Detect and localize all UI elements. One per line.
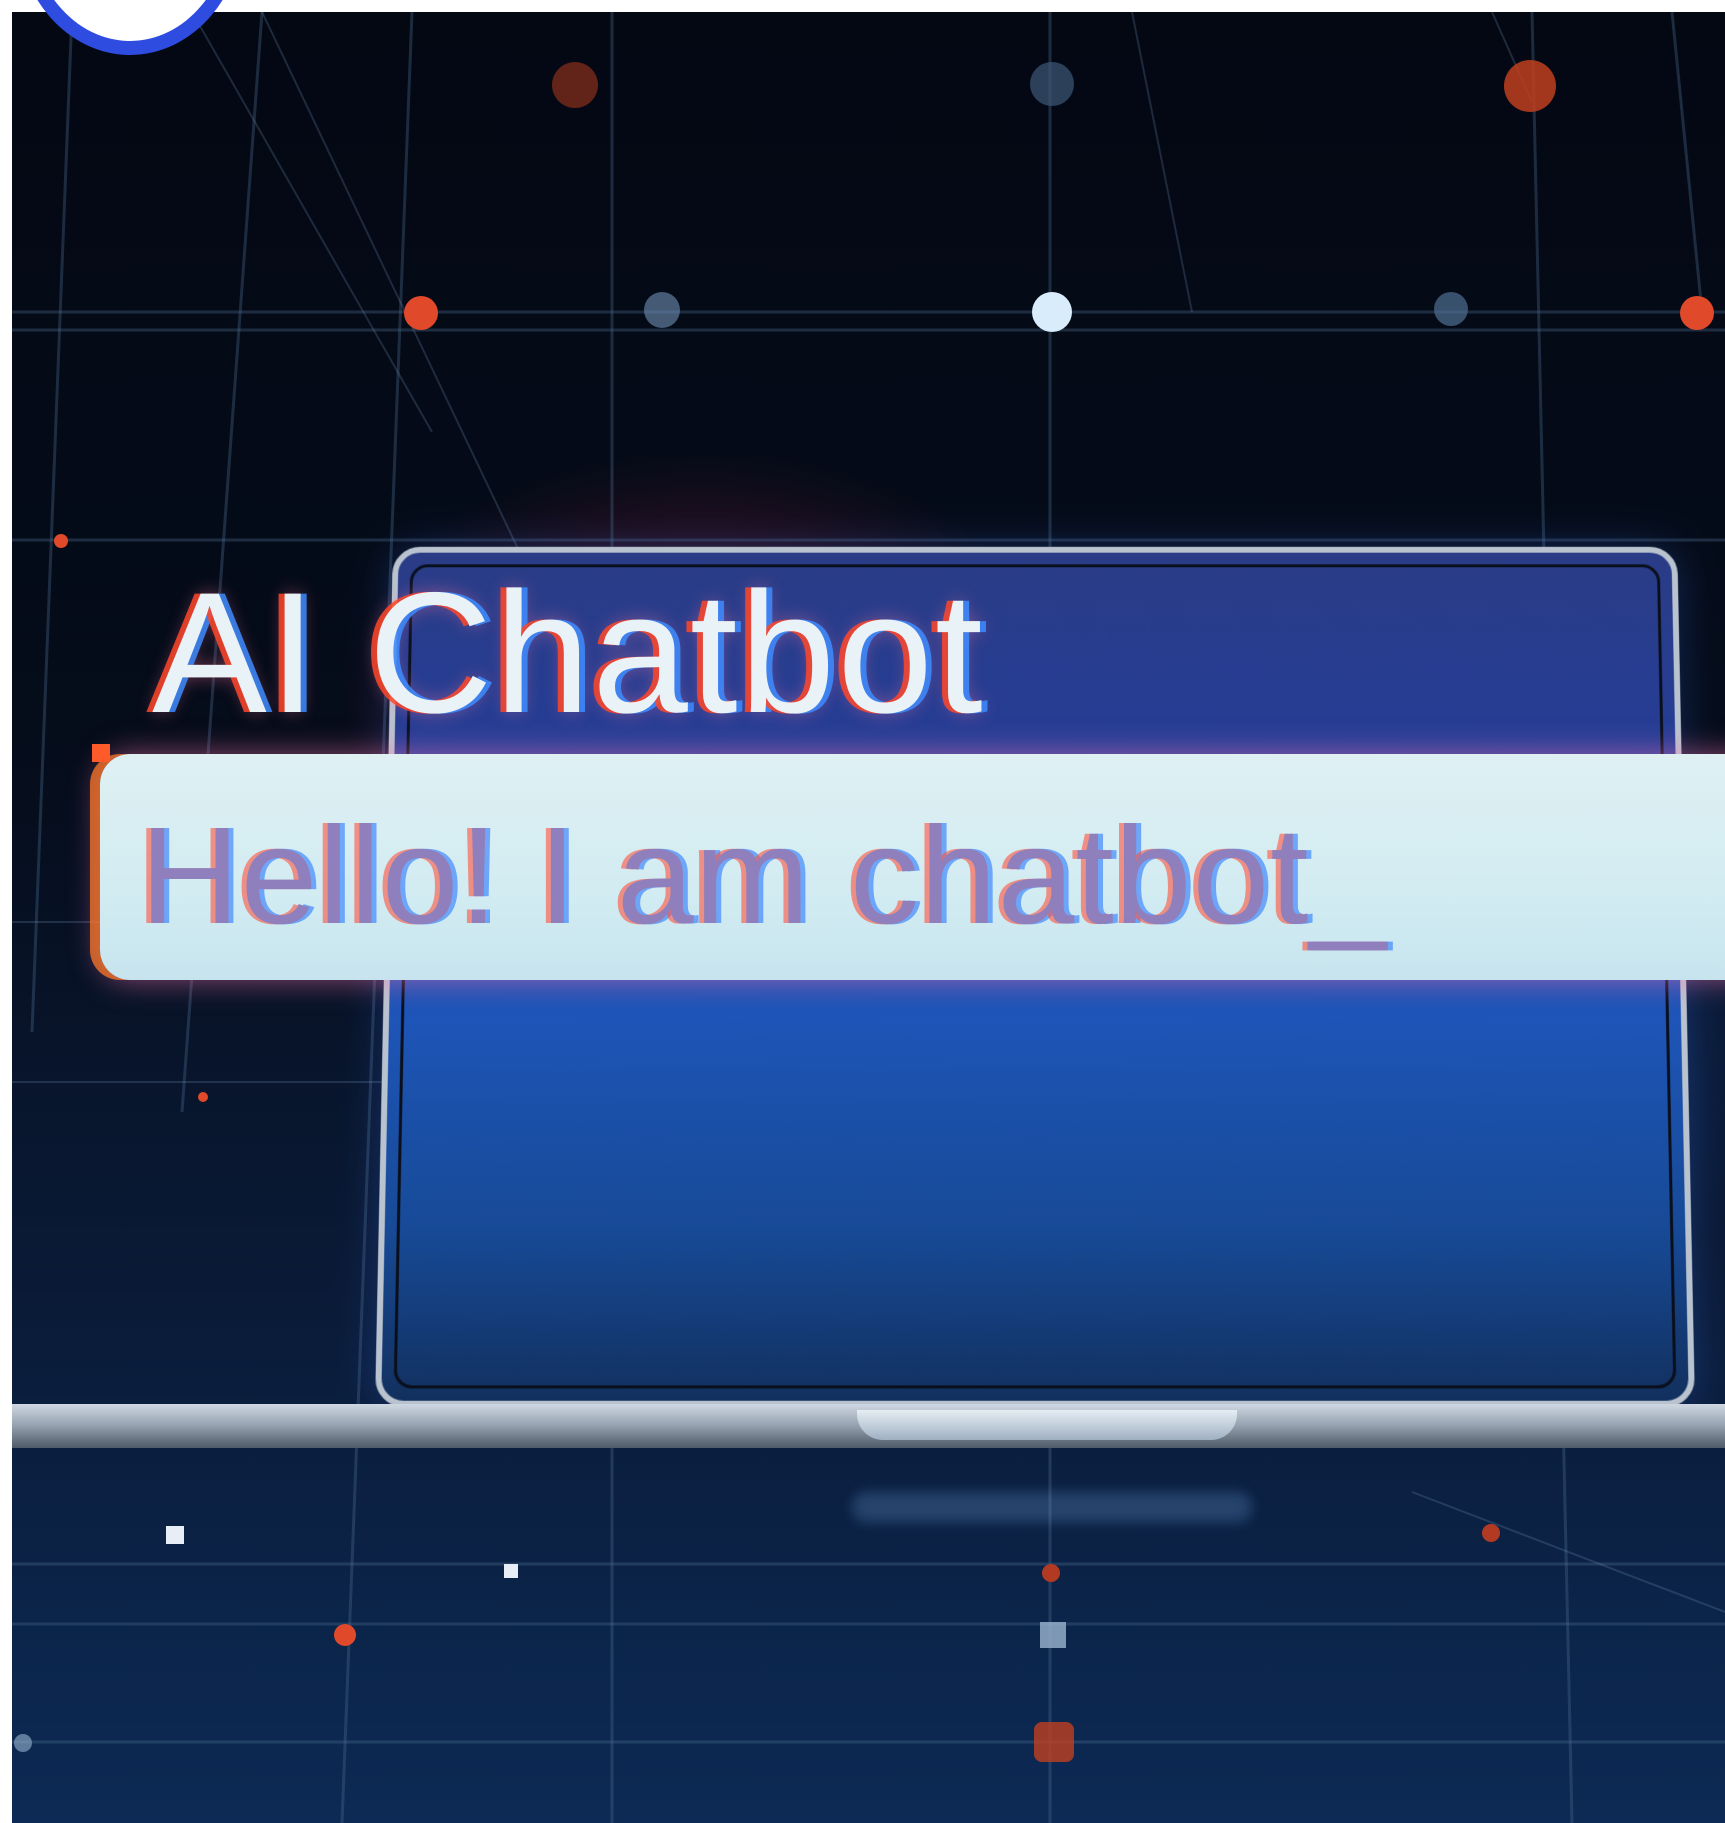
node-light <box>1030 62 1074 106</box>
page: AI Chatbot Hello! I am chatbot_ <box>0 0 1725 1823</box>
node-orange <box>404 296 438 330</box>
node-light <box>504 1564 518 1578</box>
node-orange <box>552 62 598 108</box>
node-orange <box>198 1092 208 1102</box>
base-reflection <box>852 1492 1252 1522</box>
node-orange <box>1042 1564 1060 1582</box>
photo-scene: AI Chatbot Hello! I am chatbot_ <box>12 12 1725 1823</box>
node-orange <box>92 744 110 762</box>
node-orange <box>1482 1524 1500 1542</box>
node-light <box>166 1526 184 1544</box>
node-light <box>14 1734 32 1752</box>
node-orange <box>334 1624 356 1646</box>
node-orange <box>54 534 68 548</box>
node-orange <box>1034 1722 1074 1762</box>
node-light <box>1032 292 1072 332</box>
node-light <box>1040 1622 1066 1648</box>
node-light <box>1434 292 1468 326</box>
laptop-hinge <box>857 1410 1237 1440</box>
node-orange <box>1680 296 1714 330</box>
headline-text: AI Chatbot <box>152 557 985 749</box>
node-light <box>644 292 680 328</box>
chat-message-text: Hello! I am chatbot_ <box>140 799 1388 953</box>
node-orange <box>1504 60 1556 112</box>
